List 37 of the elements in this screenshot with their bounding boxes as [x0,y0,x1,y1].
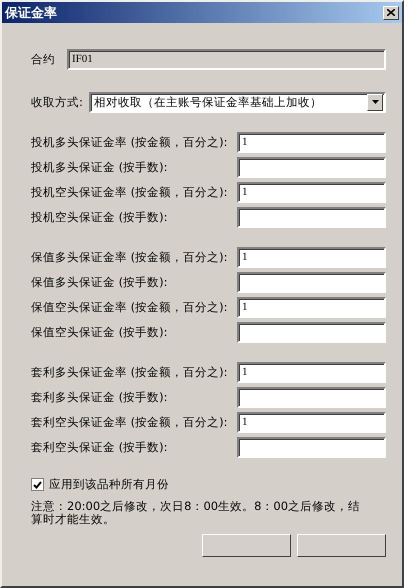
field-label: 保值多头保证金 (按手数): [31,274,168,290]
input-field[interactable]: 1 [237,412,386,432]
input-field[interactable]: 1 [237,182,386,202]
field-label: 保值多头保证金率 (按金额，百分之): [31,250,228,264]
note-text: 注意：20:00之后修改，次日8：00生效。8：00之后修改，结算时才能生效。 [31,500,362,526]
field-label: 收取方式: [31,94,83,110]
field-label: 保值空头保证金 (按手数): [31,324,168,340]
close-icon [387,9,395,16]
input-field[interactable] [237,386,386,408]
input-field[interactable]: 1 [237,296,386,318]
field-label: 保值空头保证金率 (按金额，百分之): [31,300,228,314]
input-field[interactable] [237,156,386,178]
input-field[interactable]: 1 [237,132,386,152]
field-label: 套利空头保证金率 (按金额，百分之): [31,414,228,430]
field-label: 套利空头保证金 (按手数): [31,440,168,454]
button[interactable] [202,534,291,557]
window-title: 保证金率 [5,4,57,22]
charge-method-dropdown[interactable]: 相对收取（在主账号保证金率基础上加收） [89,92,386,112]
input-field[interactable] [237,206,386,228]
field-label: 投机多头保证金 (按手数): [31,160,168,174]
close-button[interactable] [383,6,399,20]
checkbox-label: 应用到该品种所有月份 [49,477,169,492]
field-label: 合约 [31,52,55,66]
field-label: 投机多头保证金率 (按金额，百分之): [31,134,228,150]
checkbox[interactable] [31,478,44,491]
field-label: 套利多头保证金 (按手数): [31,390,168,404]
input-field[interactable] [237,322,386,342]
field-label: 套利多头保证金率 (按金额，百分之): [31,364,228,380]
dropdown-arrow-icon [372,100,378,104]
button[interactable] [297,534,386,557]
input-field[interactable] [237,436,386,458]
field-label: 投机空头保证金率 (按金额，百分之): [31,184,228,200]
contract-field: IF01 [67,48,386,70]
input-field[interactable]: 1 [237,362,386,382]
field-label: 投机空头保证金 (按手数): [31,210,168,224]
input-field[interactable] [237,272,386,292]
input-field[interactable]: 1 [237,246,386,268]
